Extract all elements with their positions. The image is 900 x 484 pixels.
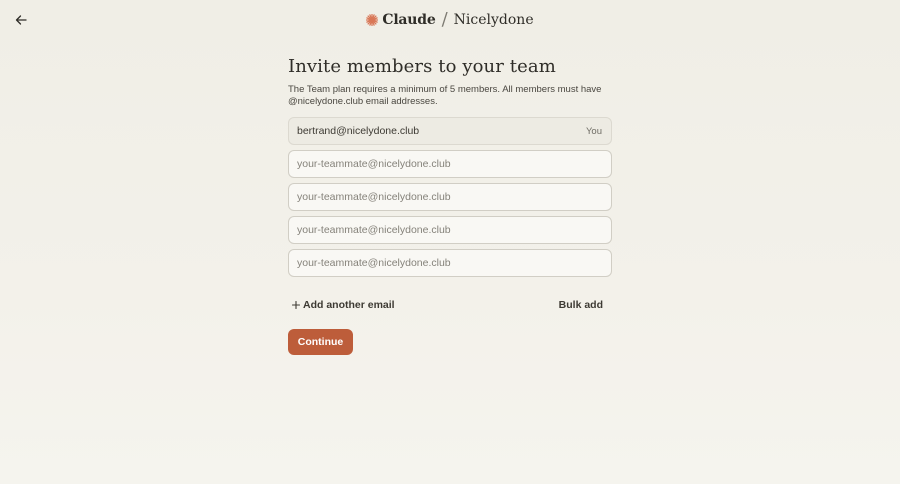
brand-header: Claude / Nicelydone bbox=[0, 9, 900, 30]
organization-name: Nicelydone bbox=[453, 11, 534, 28]
you-badge: You bbox=[585, 125, 602, 137]
claude-logo: Claude bbox=[366, 11, 436, 28]
invite-form: Invite members to your team The Team pla… bbox=[288, 56, 612, 355]
brand-name: Claude bbox=[382, 11, 436, 28]
teammate-email-input-3[interactable] bbox=[297, 224, 603, 236]
owner-email-input bbox=[297, 125, 603, 137]
brand-separator: / bbox=[441, 9, 448, 30]
bulk-add-button[interactable]: Bulk add bbox=[559, 299, 603, 311]
page-title: Invite members to your team bbox=[288, 56, 556, 77]
continue-button[interactable]: Continue bbox=[288, 329, 353, 355]
claude-starburst-icon bbox=[366, 13, 379, 26]
plus-icon bbox=[291, 300, 301, 310]
teammate-email-field bbox=[288, 249, 612, 277]
teammate-email-input-2[interactable] bbox=[297, 191, 603, 203]
owner-email-field: You bbox=[288, 117, 612, 145]
add-email-button[interactable]: Add another email bbox=[291, 299, 395, 311]
teammate-email-input-1[interactable] bbox=[297, 158, 603, 170]
email-list: You bbox=[288, 117, 612, 277]
add-email-label: Add another email bbox=[303, 299, 395, 311]
teammate-email-input-4[interactable] bbox=[297, 257, 603, 269]
teammate-email-field bbox=[288, 183, 612, 211]
teammate-email-field bbox=[288, 150, 612, 178]
teammate-email-field bbox=[288, 216, 612, 244]
actions-row: Add another email Bulk add bbox=[288, 299, 612, 311]
page-subtitle: The Team plan requires a minimum of 5 me… bbox=[288, 84, 602, 107]
